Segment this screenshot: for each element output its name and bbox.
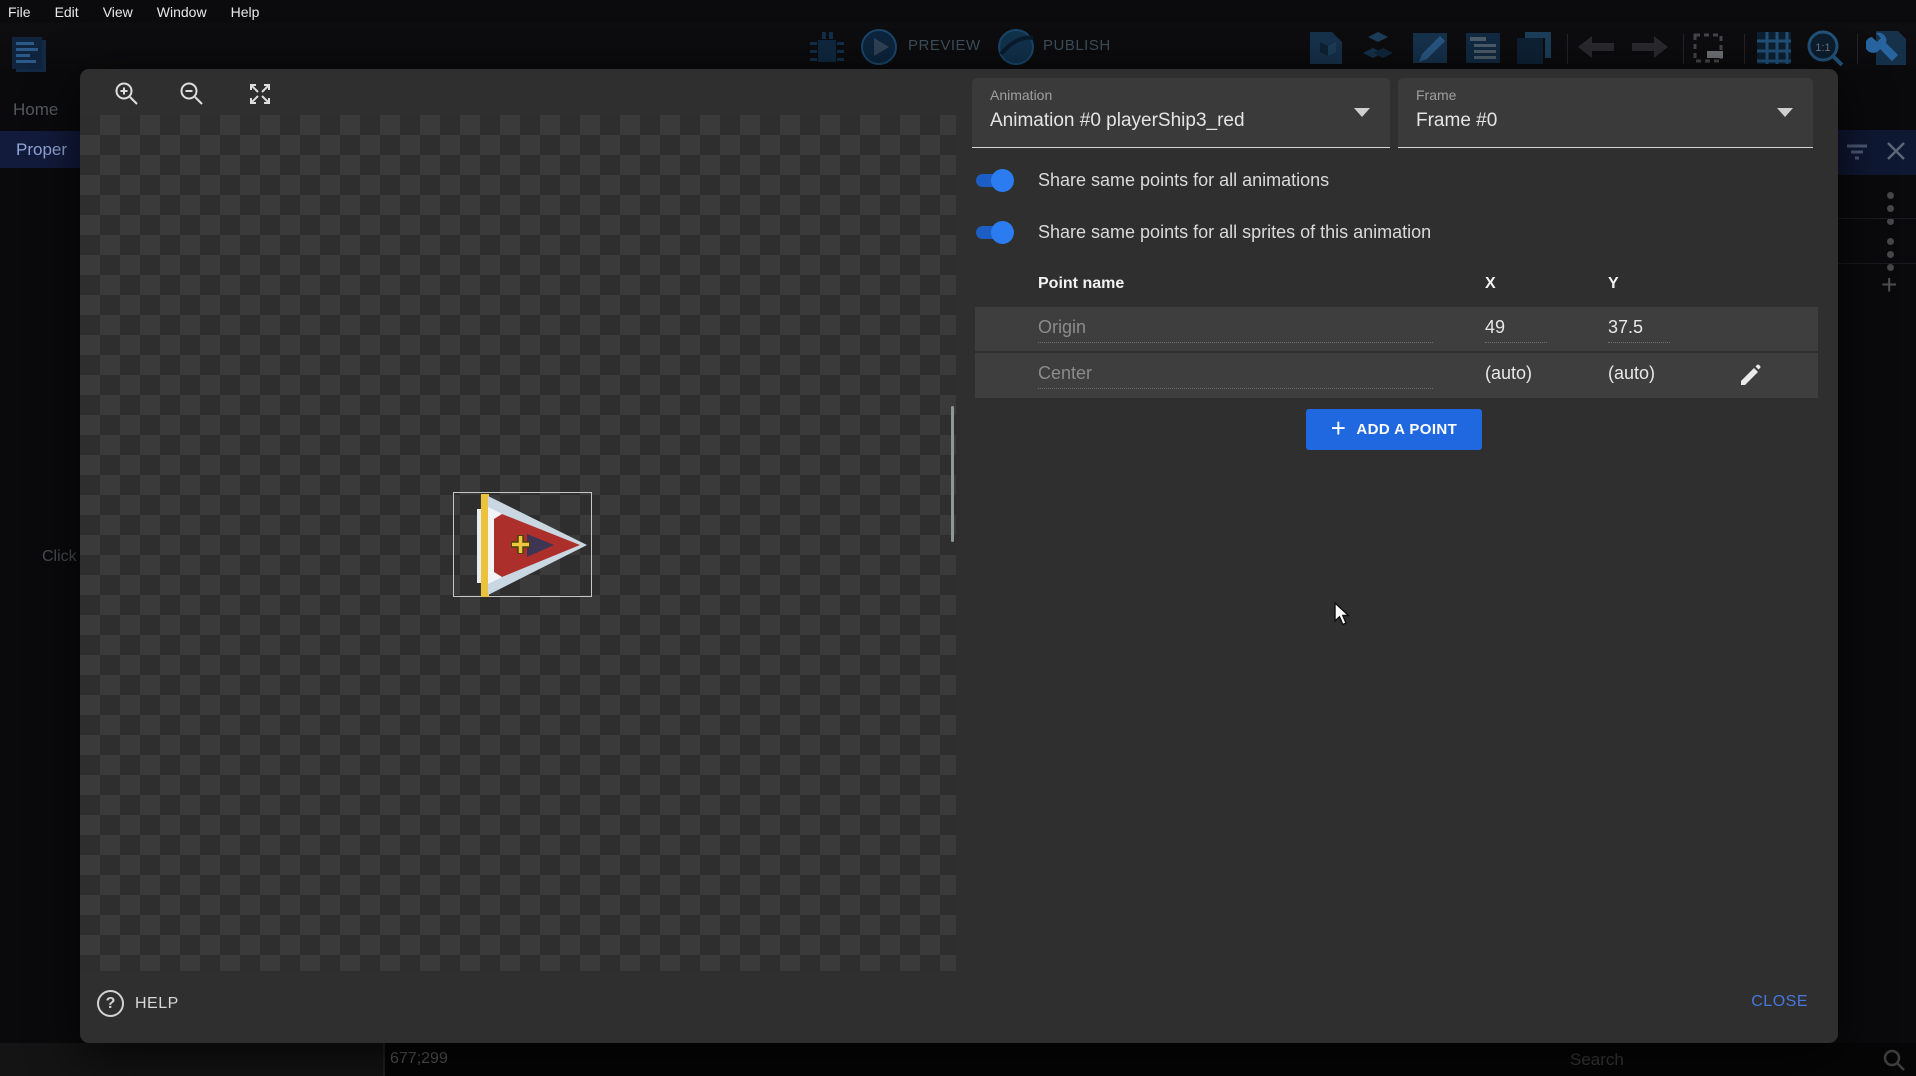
tab-home[interactable]: Home [13,100,58,120]
preview-play-icon[interactable] [860,28,898,66]
tab-properties[interactable]: Proper [0,131,80,168]
add-point-button[interactable]: + ADD A POINT [1306,409,1482,450]
filter-icon[interactable] [1846,143,1868,161]
close-button[interactable]: CLOSE [1751,993,1808,1011]
help-icon: ? [97,990,124,1017]
statusbar-divider [383,1043,385,1076]
points-table-header: Point name X Y [975,275,1818,299]
statusbar-left-cell [0,1043,383,1076]
player-ship-sprite[interactable] [454,493,593,598]
toolbar-separator [1744,34,1745,64]
zoom-out-icon[interactable] [179,81,205,107]
frame-select-value: Frame #0 [1416,110,1497,132]
mouse-cursor [1334,602,1354,628]
sprite-selection-box[interactable] [453,492,592,597]
search-input[interactable] [1570,1047,1870,1073]
add-point-button-label: ADD A POINT [1356,421,1457,438]
help-button-label: HELP [135,995,179,1013]
header-y: Y [1608,275,1619,293]
table-row-center: Center (auto) (auto) [975,353,1818,398]
row-divider [1838,263,1916,264]
menu-bar: File Edit View Window Help [0,0,1916,23]
toolbar-separator [1857,34,1858,64]
table-row-origin: Origin 49 37.5 [975,307,1818,352]
center-name-field[interactable]: Center [1038,363,1433,389]
frame-select-label: Frame [1416,87,1456,103]
project-manager-icon[interactable] [8,36,50,74]
redo-icon[interactable] [1628,34,1672,64]
crop-selection-icon[interactable] [1690,31,1728,67]
panel-header-strip [1838,130,1916,175]
plus-icon: + [1331,418,1347,438]
edit-scene-icon[interactable] [1410,30,1450,66]
share-points-all-sprites-label: Share same points for all sprites of thi… [1038,222,1431,243]
animation-select-value: Animation #0 playerShip3_red [990,110,1245,132]
dialog-footer: ? HELP CLOSE [80,971,1838,1043]
frame-select[interactable]: Frame Frame #0 [1398,78,1813,148]
svg-text:1:1: 1:1 [1815,42,1830,54]
zoom-1-1-icon[interactable]: 1:1 [1804,29,1848,69]
header-x: X [1485,275,1496,293]
search-icon[interactable] [1882,1048,1906,1072]
close-panel-icon[interactable] [1886,141,1906,161]
chevron-down-icon [1777,108,1793,117]
menu-file[interactable]: File [0,4,43,20]
share-points-all-sprites-toggle[interactable] [976,225,1014,240]
edit-pencil-icon[interactable] [1737,362,1763,388]
menu-view[interactable]: View [91,4,145,20]
header-point-name: Point name [1038,275,1124,293]
toolbar-separator [1683,34,1684,64]
project-tools-icon[interactable] [1866,29,1908,67]
origin-name-field[interactable]: Origin [1038,317,1433,343]
add-row-icon[interactable]: + [1881,274,1897,296]
status-bar: 677;299 [0,1043,1916,1076]
cursor-coordinates: 677;299 [390,1050,448,1068]
center-y-value[interactable]: (auto) [1608,363,1670,384]
canvas-hint-text: Click [42,548,77,566]
tab-properties-label: Proper [16,140,67,160]
menu-edit[interactable]: Edit [43,4,91,20]
zoom-fit-icon[interactable] [247,81,273,107]
undo-icon[interactable] [1574,34,1618,64]
canvas-toolbar [80,69,956,115]
toolbar-separator [1567,34,1568,64]
publish-globe-icon[interactable] [997,28,1035,66]
zoom-in-icon[interactable] [114,81,140,107]
origin-y-field[interactable]: 37.5 [1608,317,1670,343]
sprite-canvas[interactable] [80,115,956,971]
row-menu-icon[interactable] [1887,192,1894,231]
debug-icon[interactable] [806,30,848,68]
menu-window[interactable]: Window [145,4,219,20]
publish-label[interactable]: PUBLISH [1043,37,1111,54]
share-points-all-animations-toggle[interactable] [976,173,1014,188]
grid-icon[interactable] [1754,30,1794,66]
origin-x-field[interactable]: 49 [1485,317,1547,343]
center-x-value[interactable]: (auto) [1485,363,1547,384]
chevron-down-icon [1354,108,1370,117]
menu-help[interactable]: Help [219,4,272,20]
animation-select[interactable]: Animation Animation #0 playerShip3_red [972,78,1390,148]
edit-points-dialog: Animation Animation #0 playerShip3_red F… [80,69,1838,1043]
layers-icon[interactable] [1513,30,1555,66]
preview-label[interactable]: PREVIEW [908,37,981,54]
canvas-scrollbar-thumb[interactable] [951,406,954,542]
export-file-icon[interactable] [1306,30,1346,66]
row-divider [1838,218,1916,219]
points-panel: Animation Animation #0 playerShip3_red F… [956,69,1838,971]
help-button[interactable]: ? HELP [97,990,179,1017]
extensions-cubes-icon[interactable] [1358,30,1398,66]
events-list-icon[interactable] [1463,30,1503,66]
share-points-all-animations-label: Share same points for all animations [1038,170,1329,191]
animation-select-label: Animation [990,87,1052,103]
